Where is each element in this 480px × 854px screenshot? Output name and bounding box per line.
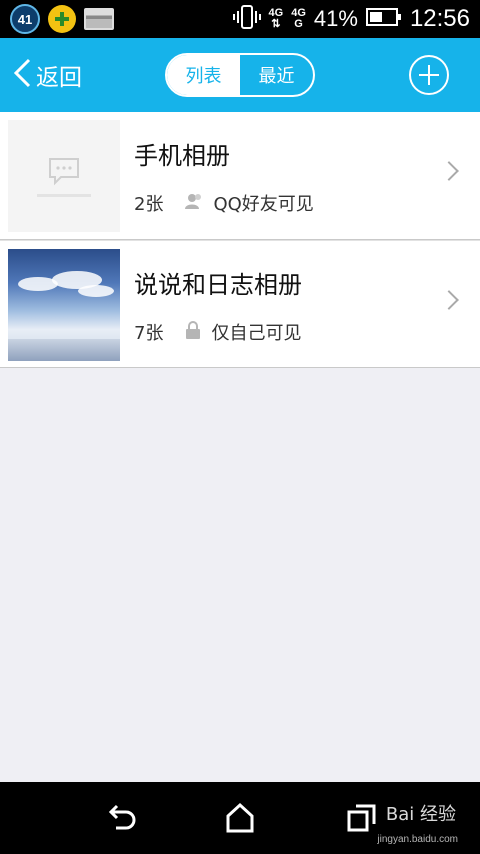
lock-icon <box>185 320 201 344</box>
back-button[interactable]: 返回 <box>12 56 82 94</box>
signal-bottom-label: G <box>294 18 303 30</box>
clock: 12:56 <box>409 5 470 32</box>
image-notification-icon <box>84 8 114 30</box>
add-album-button[interactable] <box>409 55 449 95</box>
watermark-url: jingyan.baidu.com <box>377 834 458 845</box>
plus-app-icon <box>48 5 76 33</box>
recent-apps-icon <box>347 804 376 832</box>
battery-icon <box>365 7 402 32</box>
tab-recent[interactable]: 最近 <box>240 55 313 95</box>
home-icon <box>226 802 254 833</box>
undo-arrow-icon <box>108 804 136 830</box>
friend-icon <box>185 192 203 215</box>
photo-count: 7张 <box>134 323 164 344</box>
chevron-right-icon <box>439 161 459 181</box>
album-meta: 7张 仅自己可见 <box>134 319 301 345</box>
back-nav-button[interactable] <box>104 800 140 836</box>
placeholder-text-line <box>37 193 91 197</box>
list-item[interactable]: 手机相册 2张 QQ好友可见 <box>0 112 480 240</box>
battery-percent: 41% <box>313 6 358 31</box>
back-label: 返回 <box>36 65 82 91</box>
view-toggle: 列表 最近 <box>165 53 315 97</box>
status-bar: 41 4G ⇅ 4G G 41% 12:56 <box>0 0 480 38</box>
comment-icon <box>49 157 79 185</box>
visibility-label: QQ好友可见 <box>213 194 314 215</box>
home-nav-button[interactable] <box>222 800 258 836</box>
data-4g-icon: 4G ⇅ <box>268 7 284 30</box>
album-thumbnail-empty <box>8 120 120 232</box>
notification-badge: 41 <box>10 4 40 34</box>
album-meta: 2张 QQ好友可见 <box>134 190 314 216</box>
app-header: 返回 列表 最近 <box>0 38 480 112</box>
signal-icon: 4G G <box>291 8 306 30</box>
tab-list[interactable]: 列表 <box>167 55 240 95</box>
cloud-shape <box>78 285 114 297</box>
album-list: 手机相册 2张 QQ好友可见 说说和日志相册 7张 仅自己可见 <box>0 112 480 368</box>
list-item[interactable]: 说说和日志相册 7张 仅自己可见 <box>0 240 480 368</box>
album-title: 手机相册 <box>134 142 230 170</box>
chevron-left-icon <box>12 57 32 93</box>
network-type-label: 4G <box>268 7 284 19</box>
chevron-right-icon <box>439 290 459 310</box>
album-thumbnail-photo <box>8 249 120 361</box>
navigation-bar: Bai 经验 jingyan.baidu.com <box>0 782 480 854</box>
vibrate-icon <box>232 4 261 35</box>
recent-apps-button[interactable] <box>344 800 380 836</box>
album-title: 说说和日志相册 <box>134 271 302 299</box>
photo-count: 2张 <box>134 194 164 215</box>
baidu-jingyan-watermark: Bai 经验 <box>385 804 456 825</box>
visibility-label: 仅自己可见 <box>211 323 302 344</box>
ground-shape <box>8 339 120 361</box>
